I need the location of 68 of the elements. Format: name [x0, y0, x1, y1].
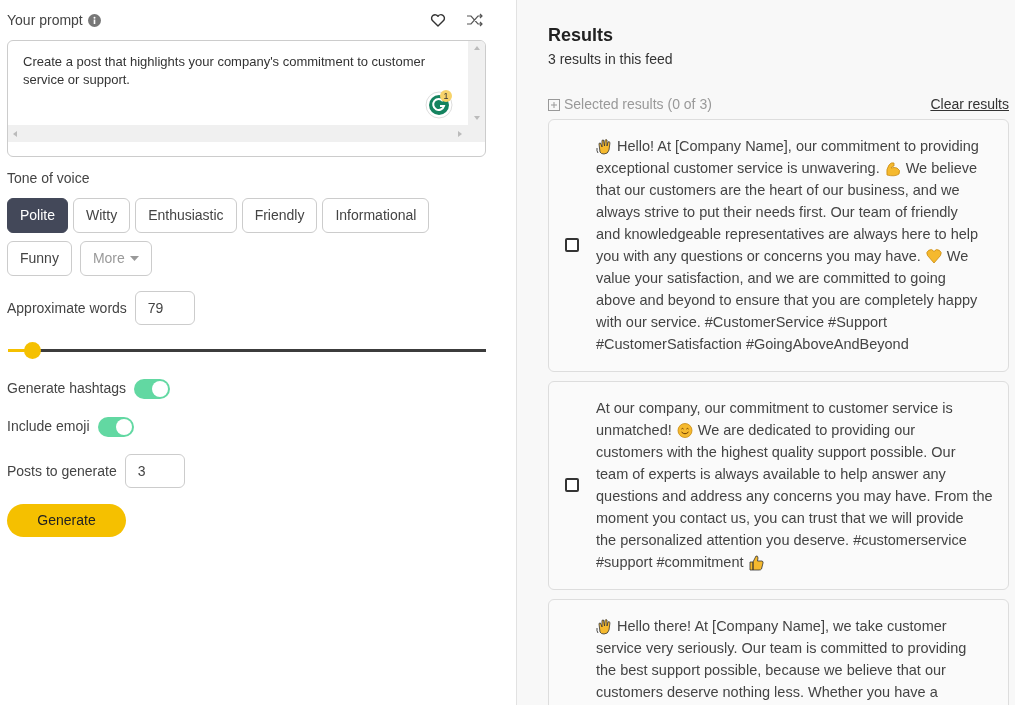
post-text: exceptional customer service is unwavering. — [596, 159, 880, 178]
post-text: value your satisfaction, and we are committed to going — [596, 269, 946, 288]
post-text: you with any questions or concerns you may have. — [596, 247, 921, 266]
post-text: At our company, our commitment to customer service is — [596, 399, 953, 418]
heart-icon[interactable] — [430, 12, 446, 28]
waving-hand-icon — [596, 137, 612, 155]
generate-button[interactable]: Generate — [7, 504, 126, 537]
post-text: with our service. #CustomerService #Support — [596, 313, 887, 332]
result-checkbox[interactable] — [565, 238, 579, 252]
tone-option[interactable]: Enthusiastic — [135, 198, 237, 233]
info-icon[interactable] — [87, 13, 101, 27]
heart-hands-icon — [925, 247, 942, 265]
post-text: We believe — [905, 159, 978, 178]
tone-option[interactable]: Informational — [322, 198, 430, 233]
vertical-scrollbar[interactable] — [468, 41, 485, 125]
clear-results-link[interactable]: Clear results — [930, 94, 1009, 115]
shuffle-icon[interactable] — [466, 12, 484, 28]
post-text: unmatched! — [596, 421, 672, 440]
scroll-left-icon[interactable] — [13, 130, 17, 137]
post-text: We — [946, 247, 969, 266]
post-text: customers deserve nothing less. Whether you have a — [596, 683, 938, 702]
post-text: moment you contact us, you can trust that we will provide — [596, 509, 964, 528]
post-text: We are dedicated to providing our — [697, 421, 916, 440]
posts-input[interactable]: 3 — [124, 454, 185, 488]
post-text: #CustomerSatisfaction #GoingAboveAndBeyond — [596, 335, 909, 354]
post-text: questions and address any concerns you may have. From the — [596, 487, 993, 506]
slider-thumb[interactable] — [23, 342, 41, 359]
post-text: customers with the highest quality support possible. Our — [596, 443, 956, 462]
tone-option[interactable]: Funny — [7, 241, 72, 276]
toggle-label: Include emoji — [7, 417, 90, 436]
expand-icon[interactable] — [548, 98, 560, 111]
prompt-label: Your prompt — [7, 10, 83, 30]
results-title: Results — [548, 24, 615, 47]
waving-hand-icon — [596, 617, 612, 635]
smiling-face-icon — [676, 421, 693, 439]
toggle-label: Generate hashtags — [7, 379, 127, 398]
post-text: and knowledgeable representatives are always here to help — [596, 225, 979, 244]
caret-icon — [129, 256, 139, 261]
post-text: #support #commitment — [596, 553, 744, 572]
post-text: always strive to put their needs first. Our team of friendly — [596, 203, 958, 222]
post-text: Hello! At [Company Name], our commitment to providing — [617, 137, 979, 156]
post-text: team of experts is always available to help answer any — [596, 465, 946, 484]
post-text: above and beyond to ensure that you are completely happy — [596, 291, 978, 310]
tone-option[interactable]: Polite — [7, 198, 69, 233]
notification-badge: 1 — [440, 90, 452, 102]
post-text: that our customers are the heart of our business, and we — [596, 181, 960, 200]
horizontal-scrollbar[interactable] — [8, 125, 485, 142]
tone-option[interactable]: Witty — [73, 198, 131, 233]
toggle-switch[interactable] — [97, 416, 134, 437]
flexed-arm-icon — [884, 159, 901, 177]
posts-label: Posts to generate — [7, 461, 117, 481]
scroll-up-icon[interactable] — [473, 46, 480, 50]
post-text: the personalized attention you deserve. #customerservice — [596, 531, 967, 550]
words-input[interactable]: 79 — [134, 291, 195, 325]
prompt-textarea[interactable]: Create a post that highlights your company's commitment to customer service or support. 1 — [7, 40, 486, 157]
thumbs-up-icon — [748, 553, 765, 571]
post-text: service very seriously. Our team is committed to providing — [596, 639, 967, 658]
post-text: Hello there! At [Company Name], we take customer — [617, 617, 947, 636]
toggle-switch[interactable] — [134, 378, 171, 399]
post-text: the best support possible, because we believe that our — [596, 661, 946, 680]
scroll-down-icon[interactable] — [473, 116, 480, 120]
result-checkbox[interactable] — [565, 478, 579, 492]
tone-option[interactable]: Friendly — [241, 198, 318, 233]
words-label: Approximate words — [7, 298, 127, 318]
scroll-right-icon[interactable] — [458, 130, 462, 137]
results-count: 3 results in this feed — [548, 50, 674, 69]
tone-label: Tone of voice — [7, 169, 91, 188]
prompt-text: Create a post that highlights your company's commitment to customer service or support. — [23, 53, 427, 89]
